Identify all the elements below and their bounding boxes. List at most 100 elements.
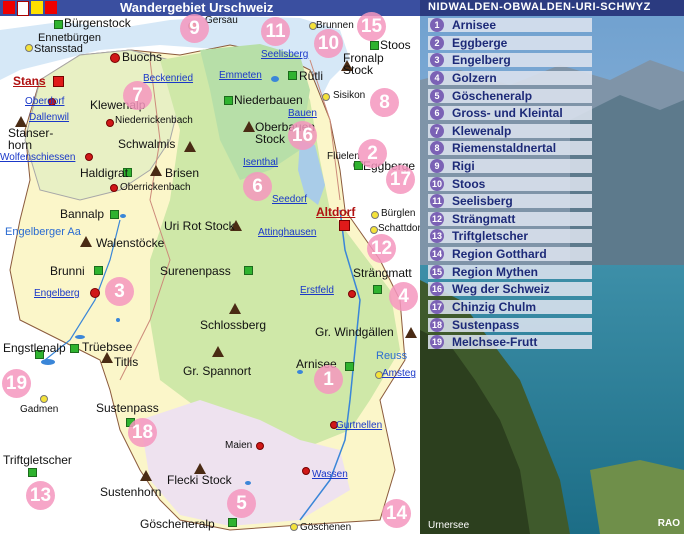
- route-item[interactable]: 5 Göscheneralp: [428, 89, 592, 103]
- place-label: Niederrickenbach: [115, 115, 193, 126]
- place-link[interactable]: Emmeten: [219, 70, 262, 82]
- route-bubble-18[interactable]: 18: [128, 418, 157, 447]
- route-link[interactable]: Eggberge: [452, 36, 507, 50]
- place-link[interactable]: Dallenwil: [29, 112, 69, 124]
- route-item[interactable]: 8 Riemenstaldnertal: [428, 141, 592, 155]
- place-link[interactable]: Bauen: [288, 108, 317, 120]
- route-number: 16: [430, 282, 444, 296]
- route-bubble-7[interactable]: 7: [123, 81, 152, 110]
- route-bubble-9[interactable]: 9: [180, 14, 209, 43]
- place-label: Schattdorf: [378, 223, 424, 234]
- route-link[interactable]: Riemenstaldnertal: [452, 141, 556, 155]
- place-label: Triftgletscher: [3, 453, 72, 467]
- route-link[interactable]: Region Mythen: [452, 265, 538, 279]
- route-link[interactable]: Weg der Schweiz: [452, 282, 550, 296]
- marker-schattdorf: [370, 226, 378, 234]
- route-link[interactable]: Gross- und Kleintal: [452, 106, 563, 120]
- place-label: Schwalmis: [118, 137, 176, 151]
- route-item[interactable]: 16 Weg der Schweiz: [428, 282, 592, 296]
- place-label: Flüelen: [327, 151, 360, 162]
- route-bubble-14[interactable]: 14: [382, 499, 411, 528]
- place-link[interactable]: Seedorf: [272, 194, 307, 206]
- credit: RAO: [657, 518, 680, 529]
- route-bubble-4[interactable]: 4: [389, 282, 418, 311]
- place-link[interactable]: Isenthal: [243, 157, 278, 169]
- place-link[interactable]: Oberdorf: [25, 96, 64, 108]
- route-bubble-11[interactable]: 11: [261, 17, 290, 46]
- route-bubble-15[interactable]: 15: [357, 12, 386, 41]
- route-item[interactable]: 7 Klewenalp: [428, 124, 592, 138]
- route-bubble-5[interactable]: 5: [227, 489, 256, 518]
- route-link[interactable]: Region Gotthard: [452, 247, 547, 261]
- route-item[interactable]: 3 Engelberg: [428, 53, 592, 67]
- route-number: 18: [430, 318, 444, 332]
- place-link[interactable]: Amsteg: [382, 368, 416, 380]
- route-item[interactable]: 18 Sustenpass: [428, 318, 592, 332]
- place-label: Göschenen: [300, 522, 352, 533]
- marker-stans: [53, 76, 64, 87]
- route-link[interactable]: Golzern: [452, 71, 497, 85]
- route-bubble-13[interactable]: 13: [26, 481, 55, 510]
- route-link[interactable]: Chinzig Chulm: [452, 300, 536, 314]
- route-link[interactable]: Göscheneralp: [452, 89, 532, 103]
- route-item[interactable]: 13 Triftgletscher: [428, 229, 592, 243]
- route-bubble-3[interactable]: 3: [105, 277, 134, 306]
- route-bubble-1[interactable]: 1: [314, 365, 343, 394]
- place-label: Stoos: [380, 38, 411, 52]
- place-link[interactable]: Beckenried: [143, 73, 193, 85]
- route-link[interactable]: Stoos: [452, 177, 485, 191]
- route-bubble-12[interactable]: 12: [367, 234, 396, 263]
- route-bubble-2[interactable]: 2: [358, 139, 387, 168]
- mountain-icon-oberbauen: [243, 121, 255, 132]
- route-bubble-16[interactable]: 16: [288, 121, 317, 150]
- route-link[interactable]: Sustenpass: [452, 318, 519, 332]
- route-bubble-8[interactable]: 8: [370, 88, 399, 117]
- route-bubble-17[interactable]: 17: [386, 165, 415, 194]
- marker-buochs: [110, 53, 120, 63]
- marker-straengmatt: [373, 285, 382, 294]
- route-item[interactable]: 1 Arnisee: [428, 18, 592, 32]
- route-link[interactable]: Strängmatt: [452, 212, 515, 226]
- route-bubble-6[interactable]: 6: [243, 172, 272, 201]
- place-link[interactable]: Engelberg: [34, 288, 80, 300]
- route-item[interactable]: 10 Stoos: [428, 177, 592, 191]
- route-link[interactable]: Triftgletscher: [452, 229, 528, 243]
- route-bubble-19[interactable]: 19: [2, 369, 31, 398]
- place-link[interactable]: Seelisberg: [261, 49, 308, 61]
- route-item[interactable]: 9 Rigi: [428, 159, 592, 173]
- place-link[interactable]: Attinghausen: [258, 227, 316, 239]
- place-link[interactable]: Wolfenschiessen: [0, 152, 75, 164]
- marker-niederbauen: [224, 96, 233, 105]
- route-link[interactable]: Klewenalp: [452, 124, 511, 138]
- place-label: Uri Rot Stock: [164, 219, 235, 233]
- route-item[interactable]: 2 Eggberge: [428, 36, 592, 50]
- route-item[interactable]: 4 Golzern: [428, 71, 592, 85]
- mountain-icon-sustenhorn: [140, 470, 152, 481]
- marker-sisikon: [322, 93, 330, 101]
- route-item[interactable]: 19 Melchsee-Frutt: [428, 335, 592, 349]
- route-link[interactable]: Seelisberg: [452, 194, 513, 208]
- place-link[interactable]: Wassen: [312, 469, 348, 481]
- route-link[interactable]: Melchsee-Frutt: [452, 335, 537, 349]
- place-link[interactable]: Gurtnellen: [336, 420, 382, 432]
- place-link[interactable]: Erstfeld: [300, 285, 334, 297]
- route-item[interactable]: 14 Region Gotthard: [428, 247, 592, 261]
- place-label: Walenstöcke: [96, 236, 165, 250]
- route-number: 19: [430, 335, 444, 349]
- place-label: Engstlenalp: [3, 341, 66, 355]
- route-link[interactable]: Arnisee: [452, 18, 496, 32]
- marker-stansstad: [25, 44, 33, 52]
- route-bubble-10[interactable]: 10: [314, 29, 343, 58]
- route-item[interactable]: 17 Chinzig Chulm: [428, 300, 592, 314]
- route-link[interactable]: Engelberg: [452, 53, 511, 67]
- route-number: 7: [430, 124, 444, 138]
- route-item[interactable]: 11 Seelisberg: [428, 194, 592, 208]
- route-item[interactable]: 12 Strängmatt: [428, 212, 592, 226]
- marker-gadmen: [40, 395, 48, 403]
- route-item[interactable]: 6 Gross- und Kleintal: [428, 106, 592, 120]
- route-item[interactable]: 15 Region Mythen: [428, 265, 592, 279]
- route-link[interactable]: Rigi: [452, 159, 475, 173]
- place-label: Sisikon: [333, 90, 366, 101]
- marker-triftgletscher: [28, 468, 37, 477]
- place-label: Maien: [225, 440, 253, 451]
